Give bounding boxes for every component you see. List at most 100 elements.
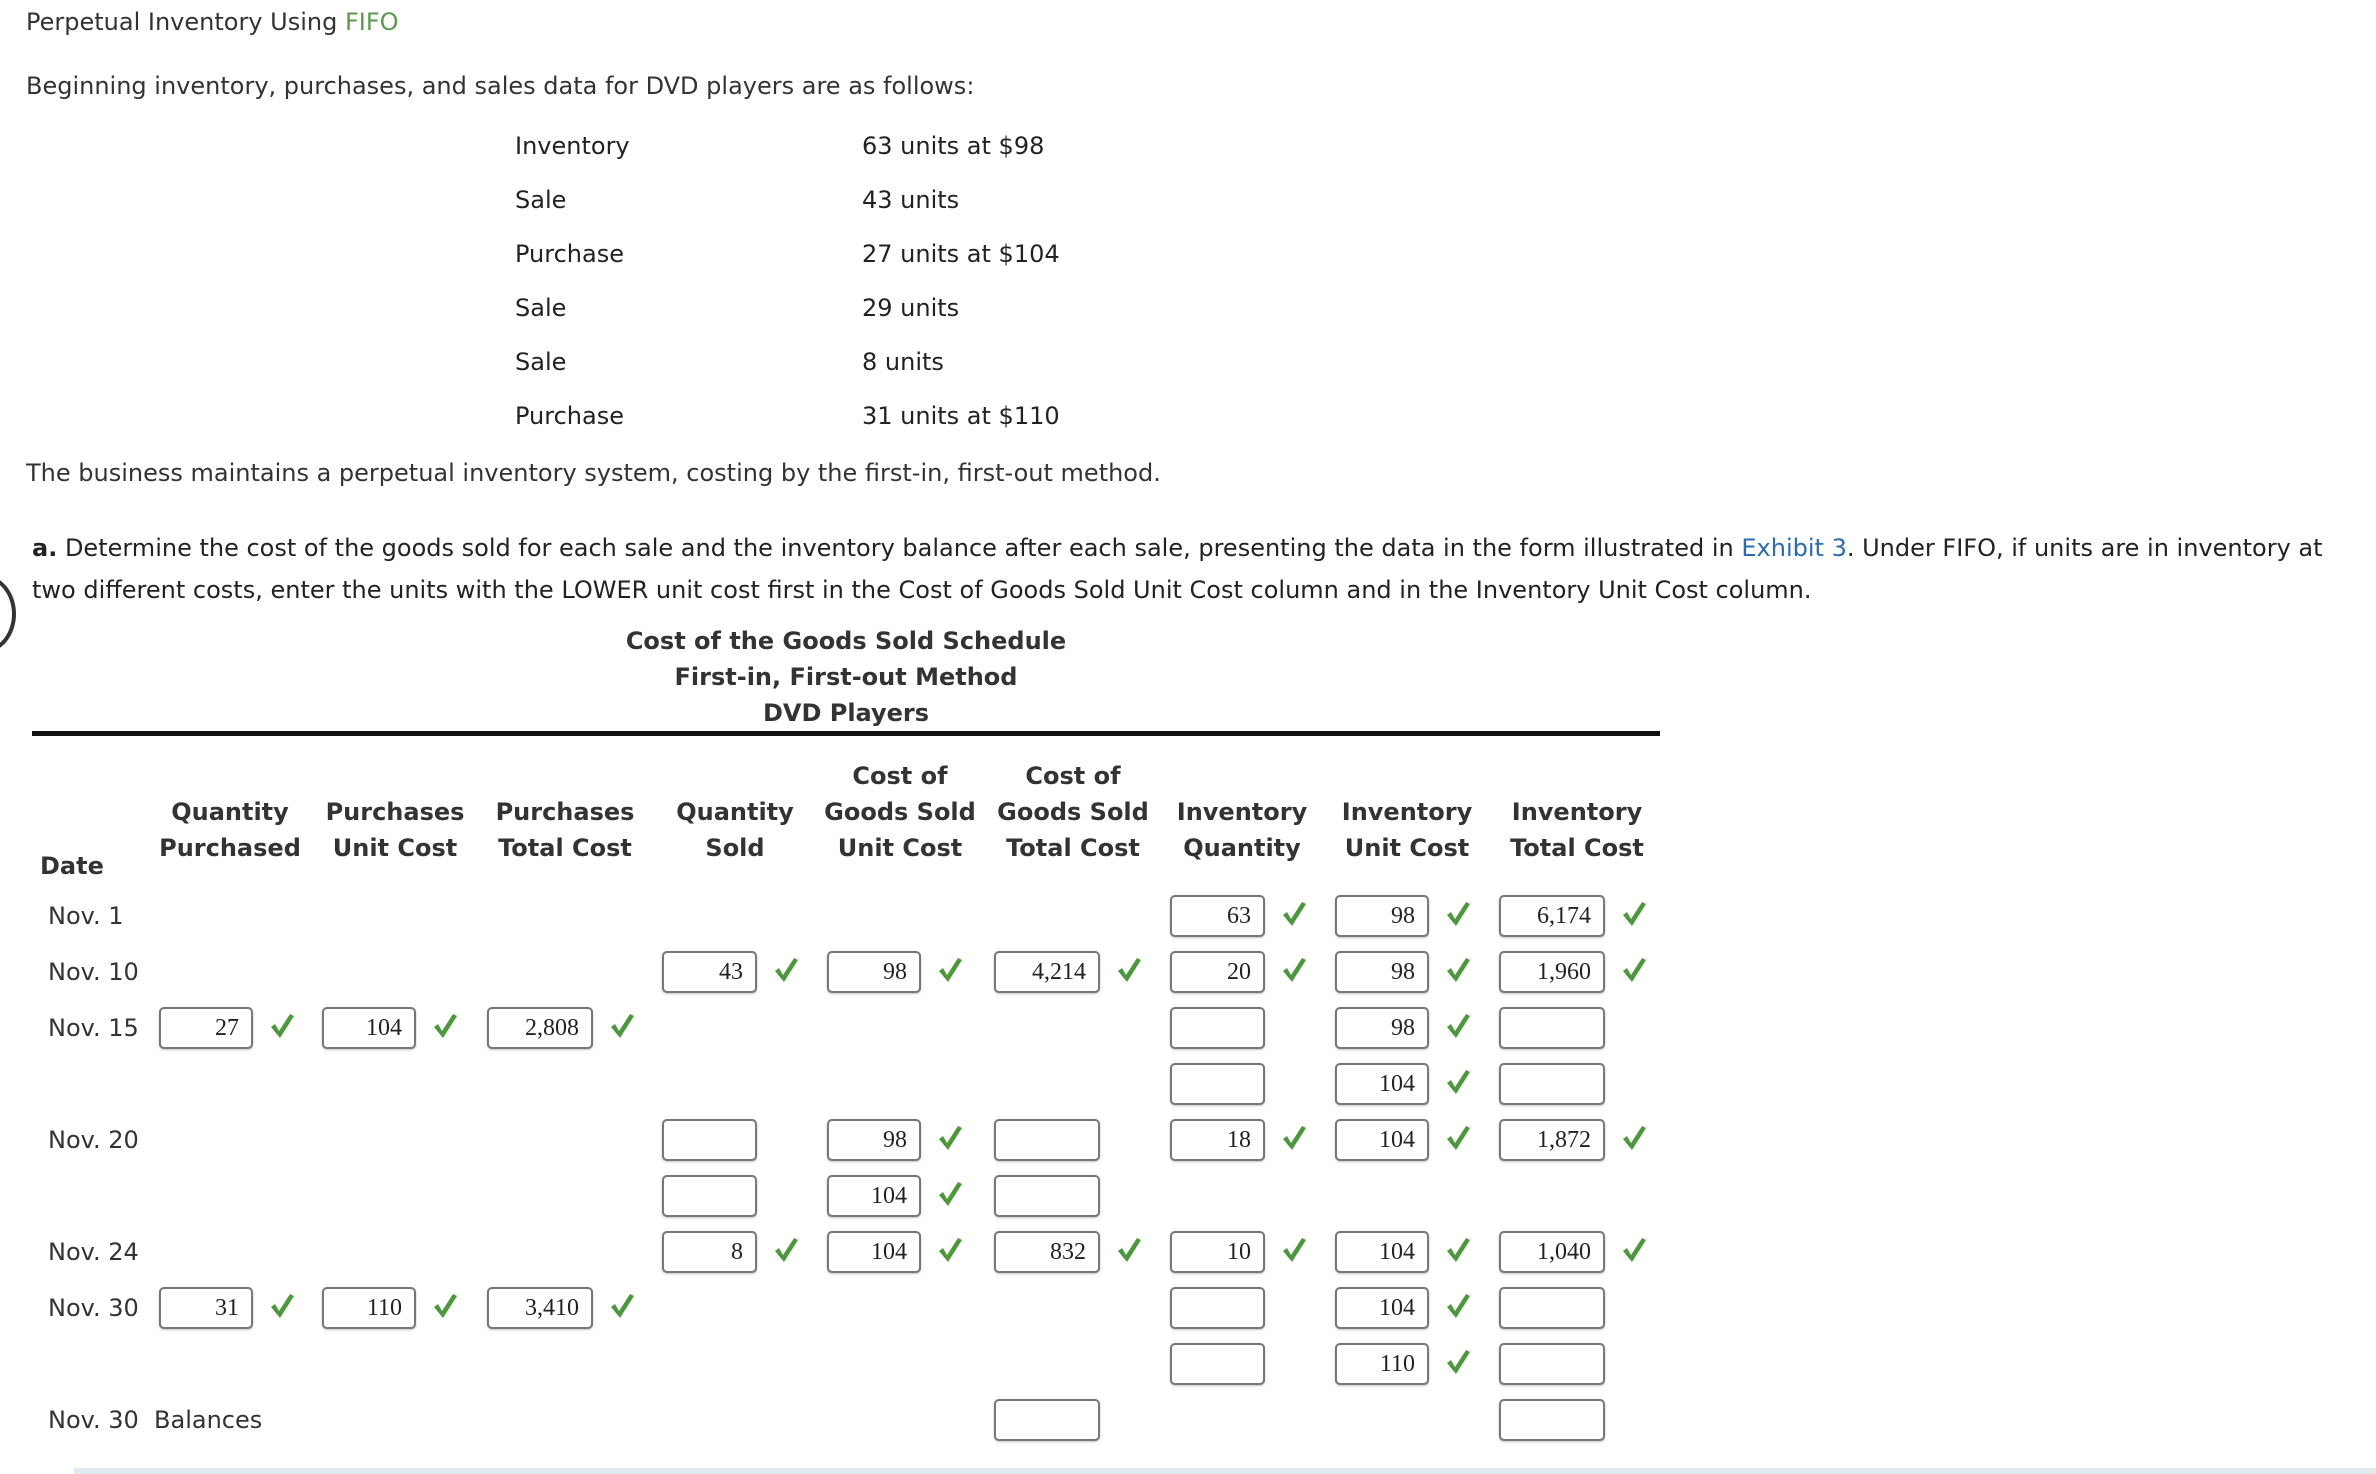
header-line: Cost of [852, 762, 948, 790]
checkmark-icon [1283, 1126, 1306, 1150]
cogs-unit-cost-input[interactable]: 98 [827, 951, 921, 993]
bottom-divider [74, 1468, 2376, 1474]
col-header-cogs-unit-cost: Cost of Goods Sold Unit Cost [820, 758, 980, 866]
header-line: Quantity [676, 798, 794, 826]
inventory-quantity-input[interactable]: 20 [1170, 951, 1265, 993]
balances-date: Nov. 30 [48, 1406, 139, 1434]
inventory-unit-cost-input[interactable]: 104 [1335, 1119, 1429, 1161]
header-line: Unit Cost [837, 834, 963, 862]
transaction-type: Sale [515, 294, 567, 322]
header-line: Goods Sold [824, 798, 976, 826]
purchases-unit-cost-input[interactable]: 110 [322, 1287, 416, 1329]
header-line: Unit Cost [1344, 834, 1470, 862]
inventory-quantity-input[interactable]: 63 [1170, 895, 1265, 937]
method-note: The business maintains a perpetual inven… [26, 459, 1161, 487]
inventory-quantity-input[interactable] [1170, 1343, 1265, 1385]
inventory-quantity-input[interactable]: 18 [1170, 1119, 1265, 1161]
inventory-unit-cost-input[interactable]: 98 [1335, 895, 1429, 937]
checkmark-icon [1447, 1238, 1470, 1262]
question-line-2: two different costs, enter the units wit… [32, 576, 1812, 604]
checkmark-icon [939, 958, 962, 982]
checkmark-icon [434, 1014, 457, 1038]
checkmark-icon [1283, 1238, 1306, 1262]
transaction-detail: 29 units [862, 294, 960, 322]
header-line: Cost of [1025, 762, 1121, 790]
question-line-1: a. Determine the cost of the goods sold … [32, 534, 2323, 562]
intro-text: Beginning inventory, purchases, and sale… [26, 72, 975, 100]
inventory-total-cost-input[interactable] [1499, 1007, 1605, 1049]
inventory-unit-cost-input[interactable]: 98 [1335, 1007, 1429, 1049]
qty-purchased-input[interactable]: 31 [159, 1287, 253, 1329]
page-title-text: Perpetual Inventory Using [26, 8, 345, 36]
page-title: Perpetual Inventory Using FIFO [26, 8, 399, 36]
cogs-unit-cost-input[interactable]: 104 [827, 1175, 921, 1217]
checkmark-icon [1447, 1014, 1470, 1038]
checkmark-icon [1447, 1126, 1470, 1150]
purchases-total-cost-input[interactable]: 3,410 [487, 1287, 593, 1329]
inventory-quantity-input[interactable] [1170, 1287, 1265, 1329]
inventory-quantity-input[interactable] [1170, 1063, 1265, 1105]
checkmark-icon [434, 1294, 457, 1318]
transaction-type: Sale [515, 186, 567, 214]
quantity-sold-input[interactable]: 8 [662, 1231, 757, 1273]
question-label: a. [32, 534, 58, 562]
row-date-nov-15: Nov. 15 [48, 1014, 139, 1042]
inventory-total-cost-input[interactable]: 6,174 [1499, 895, 1605, 937]
inventory-unit-cost-input[interactable]: 98 [1335, 951, 1429, 993]
cogs-total-cost-input[interactable] [994, 1119, 1100, 1161]
inventory-unit-cost-input[interactable]: 104 [1335, 1231, 1429, 1273]
cogs-total-cost-input[interactable]: 832 [994, 1231, 1100, 1273]
navigation-handle[interactable] [0, 575, 16, 653]
cogs-total-cost-input[interactable] [994, 1175, 1100, 1217]
inventory-total-cost-input[interactable] [1499, 1287, 1605, 1329]
header-line: Inventory [1511, 798, 1643, 826]
checkmark-icon [1447, 1294, 1470, 1318]
cogs-total-cost-input[interactable]: 4,214 [994, 951, 1100, 993]
cogs-unit-cost-input[interactable]: 98 [827, 1119, 921, 1161]
purchases-unit-cost-input[interactable]: 104 [322, 1007, 416, 1049]
inventory-total-cost-input[interactable] [1499, 1063, 1605, 1105]
checkmark-icon [1283, 902, 1306, 926]
inventory-total-cost-input[interactable]: 1,040 [1499, 1231, 1605, 1273]
checkmark-icon [1623, 902, 1646, 926]
row-date-nov-10: Nov. 10 [48, 958, 139, 986]
fifo-link[interactable]: FIFO [345, 8, 399, 36]
inventory-unit-cost-input[interactable]: 110 [1335, 1343, 1429, 1385]
schedule-title: Cost of the Goods Sold Schedule [625, 627, 1067, 655]
inventory-unit-cost-input[interactable]: 104 [1335, 1063, 1429, 1105]
transaction-detail: 27 units at $104 [862, 240, 1060, 268]
cogs-total-cost-input[interactable] [994, 1399, 1100, 1441]
exhibit-3-link[interactable]: Exhibit 3 [1741, 534, 1846, 562]
inventory-unit-cost-input[interactable]: 104 [1335, 1287, 1429, 1329]
quantity-sold-input[interactable]: 43 [662, 951, 757, 993]
cogs-unit-cost-input[interactable]: 104 [827, 1231, 921, 1273]
header-line: Purchases [325, 798, 465, 826]
inventory-quantity-input[interactable]: 10 [1170, 1231, 1265, 1273]
inventory-total-cost-input[interactable] [1499, 1343, 1605, 1385]
header-line: Goods Sold [997, 798, 1149, 826]
qty-purchased-input[interactable]: 27 [159, 1007, 253, 1049]
inventory-total-cost-input[interactable]: 1,960 [1499, 951, 1605, 993]
col-header-qty-purchased: Quantity Purchased [150, 794, 310, 866]
checkmark-icon [1447, 902, 1470, 926]
col-header-purch-total-cost: Purchases Total Cost [485, 794, 645, 866]
inventory-total-cost-input[interactable] [1499, 1399, 1605, 1441]
transaction-detail: 8 units [862, 348, 944, 376]
schedule-product: DVD Players [762, 699, 930, 727]
col-header-date: Date [40, 852, 104, 880]
col-header-purch-unit-cost: Purchases Unit Cost [315, 794, 475, 866]
checkmark-icon [1447, 1350, 1470, 1374]
quantity-sold-input[interactable] [662, 1175, 757, 1217]
checkmark-icon [939, 1182, 962, 1206]
balances-label: Balances [154, 1406, 263, 1434]
transaction-type: Inventory [515, 132, 630, 160]
transaction-type: Purchase [515, 240, 624, 268]
header-line: Purchases [495, 798, 635, 826]
quantity-sold-input[interactable] [662, 1119, 757, 1161]
purchases-total-cost-input[interactable]: 2,808 [487, 1007, 593, 1049]
checkmark-icon [611, 1014, 634, 1038]
checkmark-icon [1623, 958, 1646, 982]
inventory-total-cost-input[interactable]: 1,872 [1499, 1119, 1605, 1161]
schedule-rule [32, 731, 1660, 736]
inventory-quantity-input[interactable] [1170, 1007, 1265, 1049]
